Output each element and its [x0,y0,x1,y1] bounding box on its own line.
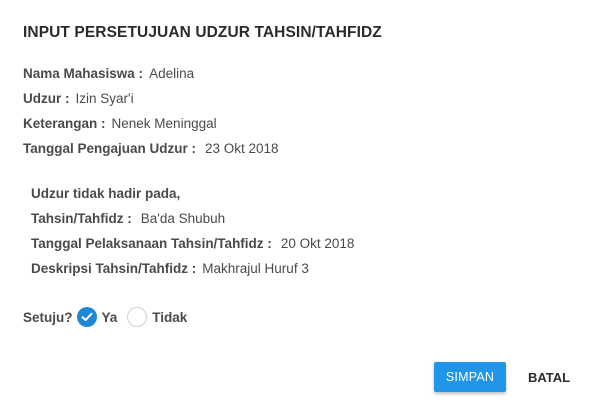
field-value: Makhrajul Huruf 3 [202,261,309,276]
field-label: Keterangan : [23,116,106,131]
save-button[interactable]: SIMPAN [434,362,506,392]
absence-heading-text: Udzur tidak hadir pada, [31,186,181,201]
field-label: Udzur : [23,91,70,106]
absence-heading: Udzur tidak hadir pada, [31,186,180,201]
field-value: Nenek Meninggal [111,116,217,131]
radio-yes[interactable] [76,307,97,327]
field-label: Tanggal Pengajuan Udzur : [23,141,197,156]
field-value: Ba'da Shubuh [140,211,226,226]
field-value: 20 Okt 2018 [280,236,355,251]
field-label: Nama Mahasiswa : [23,66,144,81]
checkmark-icon [81,312,92,321]
approval-dialog: INPUT PERSETUJUAN UDZUR TAHSIN/TAHFIDZ N… [0,0,598,407]
radio-yes-label[interactable]: Ya [102,310,118,325]
field-udzur: Udzur : Izin Syar'i [23,91,134,106]
field-tanggal-pengajuan: Tanggal Pengajuan Udzur : 23 Okt 2018 [23,141,279,156]
radio-no[interactable] [127,307,148,327]
consent-group: Setuju? Ya Tidak [23,306,197,328]
field-value: 23 Okt 2018 [205,141,279,156]
field-tanggal-pelaksanaan: Tanggal Pelaksanaan Tahsin/Tahfidz : 20 O… [31,236,354,251]
cancel-button[interactable]: BATAL [520,362,578,392]
field-value: Adelina [149,66,195,81]
consent-question: Setuju? [23,309,73,325]
field-tahsin: Tahsin/Tahfidz : Ba'da Shubuh [31,211,225,226]
dialog-title: INPUT PERSETUJUAN UDZUR TAHSIN/TAHFIDZ [23,24,382,41]
field-label: Tahsin/Tahfidz : [31,211,132,226]
field-deskripsi: Deskripsi Tahsin/Tahfidz : Makhrajul Huru… [31,261,309,276]
field-keterangan: Keterangan : Nenek Meninggal [23,116,217,131]
field-label: Deskripsi Tahsin/Tahfidz : [31,261,197,276]
field-value: Izin Syar'i [75,91,134,106]
field-label: Tanggal Pelaksanaan Tahsin/Tahfidz : [31,236,272,251]
radio-no-label[interactable]: Tidak [152,310,187,325]
field-nama-mahasiswa: Nama Mahasiswa : Adelina [23,66,194,81]
